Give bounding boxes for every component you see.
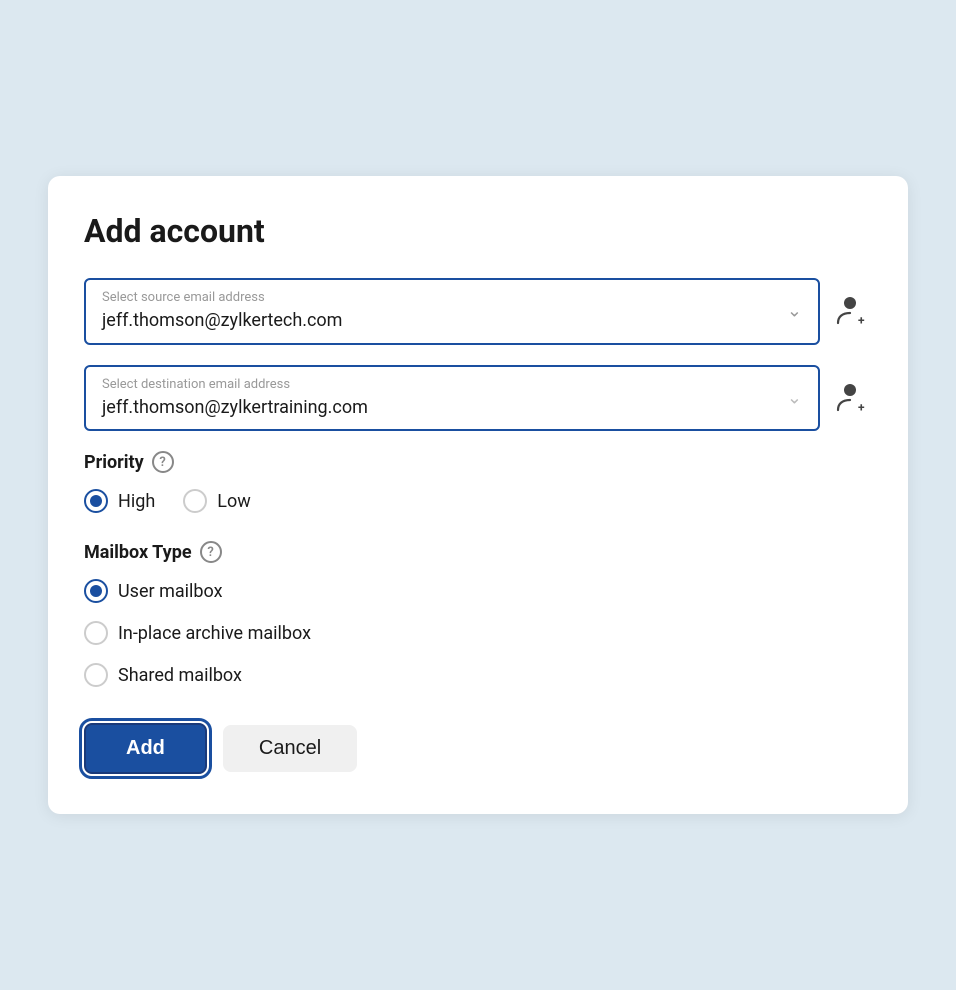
- svg-text:+: +: [858, 400, 865, 414]
- mailbox-type-section-label: Mailbox Type ?: [84, 541, 872, 563]
- mailbox-shared-radio[interactable]: [84, 663, 108, 687]
- priority-low-radio[interactable]: [183, 489, 207, 513]
- source-chevron-icon: ⌄: [787, 301, 802, 322]
- priority-low-option[interactable]: Low: [183, 489, 251, 513]
- priority-high-radio[interactable]: [84, 489, 108, 513]
- mailbox-archive-radio[interactable]: [84, 621, 108, 645]
- priority-help-icon[interactable]: ?: [152, 451, 174, 473]
- mailbox-shared-option[interactable]: Shared mailbox: [84, 663, 872, 687]
- mailbox-user-label: User mailbox: [118, 581, 223, 602]
- priority-low-label: Low: [217, 491, 251, 512]
- mailbox-archive-option[interactable]: In-place archive mailbox: [84, 621, 872, 645]
- destination-email-value: jeff.thomson@zylkertraining.com: [102, 396, 768, 419]
- cancel-button[interactable]: Cancel: [223, 725, 357, 772]
- source-email-dropdown[interactable]: Select source email address jeff.thomson…: [84, 278, 820, 345]
- priority-radio-group: High Low: [84, 489, 872, 513]
- svg-text:+: +: [858, 314, 865, 328]
- add-destination-user-button[interactable]: +: [832, 378, 872, 418]
- source-email-value: jeff.thomson@zylkertech.com: [102, 309, 768, 332]
- priority-section-label: Priority ?: [84, 451, 872, 473]
- source-email-placeholder: Select source email address: [102, 290, 768, 306]
- mailbox-type-help-icon[interactable]: ?: [200, 541, 222, 563]
- button-row: Add Cancel: [84, 723, 872, 774]
- priority-high-label: High: [118, 491, 155, 512]
- source-email-row: Select source email address jeff.thomson…: [84, 278, 872, 345]
- priority-high-option[interactable]: High: [84, 489, 155, 513]
- mailbox-archive-label: In-place archive mailbox: [118, 623, 311, 644]
- destination-email-placeholder: Select destination email address: [102, 377, 768, 393]
- mailbox-type-radio-group: User mailbox In-place archive mailbox Sh…: [84, 579, 872, 687]
- mailbox-user-radio[interactable]: [84, 579, 108, 603]
- add-source-user-button[interactable]: +: [832, 291, 872, 331]
- destination-email-dropdown[interactable]: Select destination email address jeff.th…: [84, 365, 820, 432]
- mailbox-shared-label: Shared mailbox: [118, 665, 242, 686]
- destination-email-row: Select destination email address jeff.th…: [84, 365, 872, 432]
- destination-chevron-icon: ⌄: [787, 387, 802, 408]
- add-button[interactable]: Add: [84, 723, 207, 774]
- mailbox-user-option[interactable]: User mailbox: [84, 579, 872, 603]
- dialog-title: Add account: [84, 212, 872, 250]
- add-account-dialog: Add account Select source email address …: [48, 176, 908, 815]
